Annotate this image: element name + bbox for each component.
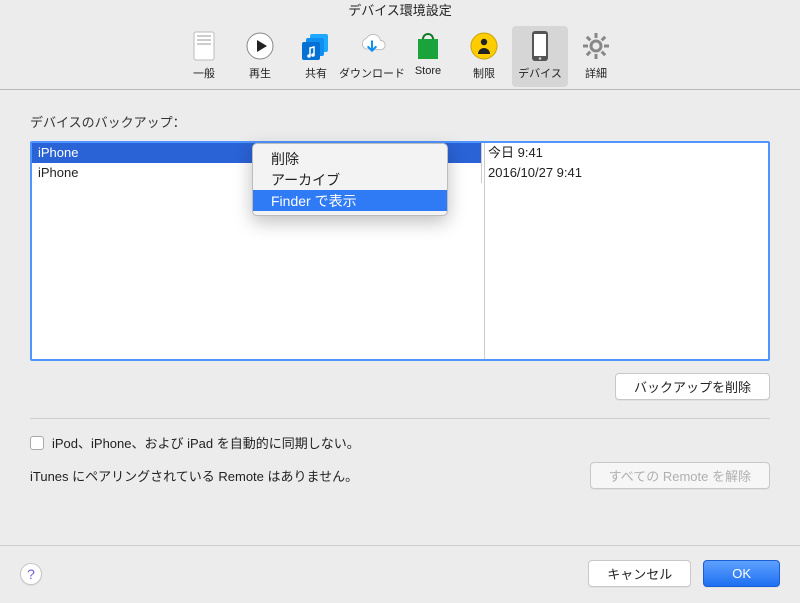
toolbar-label: 詳細: [585, 65, 607, 81]
toolbar-advanced[interactable]: 詳細: [568, 26, 624, 87]
backups-label: デバイスのバックアップ：: [30, 112, 770, 131]
window-title: デバイス環境設定: [0, 0, 800, 22]
toolbar-label: 再生: [249, 65, 271, 81]
cancel-button[interactable]: キャンセル: [588, 560, 691, 587]
cloud-download-icon: [356, 30, 388, 62]
auto-sync-checkbox[interactable]: [30, 436, 44, 450]
menu-item-delete[interactable]: 削除: [253, 148, 447, 169]
backup-table[interactable]: iPhone 今日 9:41 iPhone 2016/10/27 9:41 削除…: [30, 141, 770, 361]
iphone-icon: [524, 30, 556, 62]
menu-item-archive[interactable]: アーカイブ: [253, 169, 447, 190]
toolbar-devices[interactable]: デバイス: [512, 26, 568, 87]
shopping-bag-icon: [412, 30, 444, 62]
auto-sync-row: iPod、iPhone、および iPad を自動的に同期しない。: [30, 433, 770, 452]
play-icon: [244, 30, 276, 62]
content-area: デバイスのバックアップ： iPhone 今日 9:41 iPhone 2016/…: [0, 90, 800, 489]
toolbar-label: デバイス: [518, 65, 562, 81]
toolbar-label: 制限: [473, 65, 495, 81]
column-divider: [484, 143, 485, 359]
gear-icon: [580, 30, 612, 62]
toolbar-sharing[interactable]: 共有: [288, 26, 344, 87]
toolbar-restrictions[interactable]: 制限: [456, 26, 512, 87]
footer: ? キャンセル OK: [0, 545, 800, 603]
toolbar-store[interactable]: Store: [400, 26, 456, 87]
toolbar-downloads[interactable]: ダウンロード: [344, 26, 400, 87]
preferences-toolbar: 一般 再生 共有 ダウンロード Store 制限 デバイス: [0, 22, 800, 90]
context-menu: 削除 アーカイブ Finder で表示: [252, 143, 448, 216]
divider: [30, 418, 770, 419]
forget-remotes-button: すべての Remote を解除: [590, 462, 770, 489]
toolbar-label: 共有: [305, 65, 327, 81]
parental-control-icon: [468, 30, 500, 62]
backup-date-cell: 2016/10/27 9:41: [482, 163, 768, 183]
toolbar-general[interactable]: 一般: [176, 26, 232, 87]
toolbar-label: ダウンロード: [339, 65, 405, 81]
delete-backup-button[interactable]: バックアップを削除: [615, 373, 770, 400]
auto-sync-label: iPod、iPhone、および iPad を自動的に同期しない。: [52, 433, 360, 452]
remote-row: iTunes にペアリングされている Remote はありません。 すべての R…: [30, 462, 770, 489]
music-stack-icon: [300, 30, 332, 62]
remote-status-text: iTunes にペアリングされている Remote はありません。: [30, 466, 358, 485]
backup-date-cell: 今日 9:41: [482, 143, 768, 163]
toolbar-playback[interactable]: 再生: [232, 26, 288, 87]
toolbar-label: Store: [415, 65, 441, 77]
help-button[interactable]: ?: [20, 563, 42, 585]
toolbar-label: 一般: [193, 65, 215, 81]
general-icon: [188, 30, 220, 62]
ok-button[interactable]: OK: [703, 560, 780, 587]
menu-item-show-in-finder[interactable]: Finder で表示: [253, 190, 447, 211]
